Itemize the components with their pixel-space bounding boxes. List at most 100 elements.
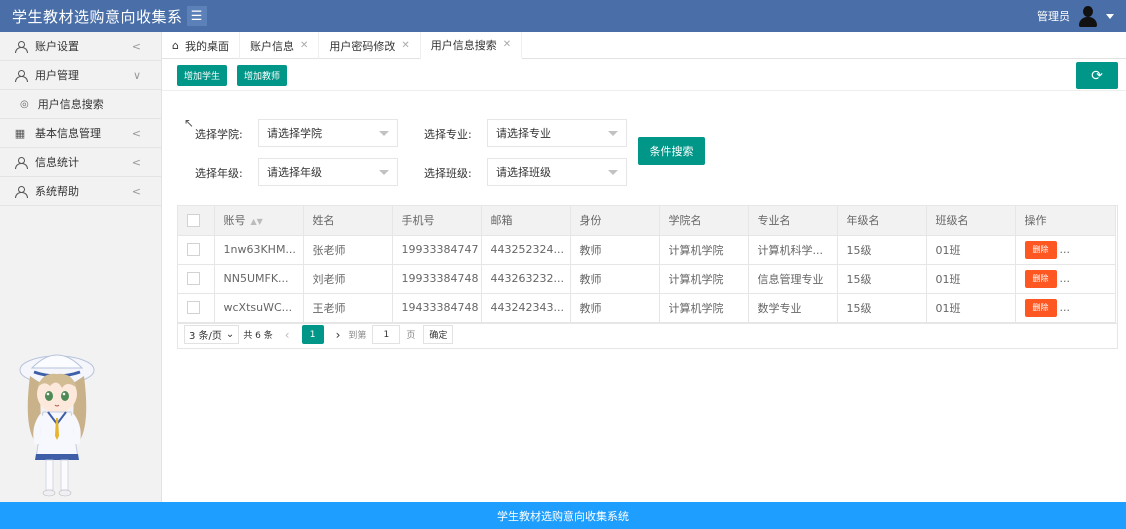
cell-college: 计算机学院: [659, 235, 749, 265]
class-select[interactable]: 请选择班级: [487, 158, 627, 186]
major-label: 选择专业:: [424, 128, 472, 141]
close-icon[interactable]: ✕: [300, 40, 308, 51]
chevron-left-icon: <: [131, 155, 141, 169]
tab-password-change[interactable]: 用户密码修改 ✕: [319, 32, 421, 59]
sort-icon[interactable]: ▲▼: [251, 217, 263, 226]
column-header-account[interactable]: 账号 ▲▼: [214, 206, 304, 236]
cell-phone: 19433384748: [392, 293, 482, 323]
cell-major: 计算机科学...: [748, 235, 838, 265]
user-icon: [14, 185, 28, 198]
college-select[interactable]: 请选择学院: [258, 119, 398, 147]
tab-my-desktop[interactable]: ⌂ 我的桌面: [162, 32, 240, 59]
page-1-button[interactable]: 1: [301, 325, 324, 344]
pagination: 3 条/页 ⌄ 共 6 条 ‹ 1 › 到第 1 页 确定: [177, 321, 1118, 349]
cell-actions: 删除...: [1015, 235, 1116, 265]
cell-class: 01班: [926, 264, 1016, 294]
row-checkbox[interactable]: [187, 301, 200, 315]
circle-icon: ◎: [20, 98, 29, 110]
sidebar-item-label: 信息统计: [35, 156, 79, 169]
search-button[interactable]: 条件搜索: [638, 137, 705, 165]
chevron-down-icon[interactable]: [1106, 13, 1114, 19]
major-select-value: 请选择专业: [496, 127, 551, 140]
goto-confirm-button[interactable]: 确定: [423, 325, 454, 344]
chevron-down-icon: [379, 131, 389, 136]
cell-name: 张老师: [303, 235, 393, 265]
admin-label[interactable]: 管理员: [1037, 8, 1070, 24]
close-icon[interactable]: ✕: [401, 40, 409, 51]
refresh-icon: ⟳: [1091, 67, 1103, 84]
class-label: 选择班级:: [424, 167, 472, 180]
tab-label: 账户信息: [249, 39, 294, 53]
sidebar-item-label: 用户管理: [35, 69, 79, 82]
toolbar: 增加学生 增加教师 ⟳: [162, 59, 1126, 91]
footer: 学生教材选购意向收集系统: [0, 502, 1126, 529]
cell-role: 教师: [570, 235, 660, 265]
cell-major: 信息管理专业: [748, 264, 838, 294]
add-teacher-button[interactable]: 增加教师: [237, 65, 287, 86]
delete-button[interactable]: 删除: [1024, 298, 1057, 317]
cell-role: 教师: [570, 293, 660, 323]
mouse-cursor-icon: ↖: [184, 116, 195, 130]
page-unit-label: 页: [406, 331, 416, 341]
page-size-select[interactable]: 3 条/页 ⌄: [184, 325, 240, 344]
sidebar-item-statistics[interactable]: 信息统计 <: [0, 148, 161, 177]
cell-email: 443242343...: [481, 293, 571, 323]
user-table: 账号 ▲▼ 姓名 手机号 邮箱 身份 学院名 专业名 年级名 班级名 操作 1nw…: [177, 205, 1118, 324]
column-header-email: 邮箱: [481, 206, 571, 236]
cell-role: 教师: [570, 264, 660, 294]
avatar-icon[interactable]: [1077, 5, 1099, 27]
grade-select[interactable]: 请选择年级: [258, 158, 398, 186]
cell-name: 王老师: [303, 293, 393, 323]
column-header-actions: 操作: [1015, 206, 1116, 236]
column-header-name: 姓名: [303, 206, 393, 236]
row-checkbox[interactable]: [187, 272, 200, 286]
cell-grade: 15级: [837, 235, 927, 265]
delete-button[interactable]: 删除: [1024, 269, 1057, 288]
more-actions[interactable]: ...: [1060, 272, 1071, 285]
sidebar-item-basic-info[interactable]: ▦ 基本信息管理 <: [0, 119, 161, 148]
sidebar-item-account-settings[interactable]: 账户设置 <: [0, 32, 161, 61]
tab-label: 用户密码修改: [329, 39, 396, 53]
more-actions[interactable]: ...: [1060, 243, 1071, 256]
select-all-checkbox[interactable]: [187, 214, 200, 227]
more-actions[interactable]: ...: [1060, 301, 1071, 314]
row-select-cell: [178, 235, 215, 265]
sidebar-item-label: 系统帮助: [35, 185, 79, 198]
tab-account-info[interactable]: 账户信息 ✕: [240, 32, 320, 59]
user-icon: [14, 40, 28, 53]
row-select-cell: [178, 264, 215, 294]
chevron-down-icon: ⌄: [225, 329, 235, 340]
table-row: wcXtsuWC... 王老师 19433384748 443242343...…: [178, 293, 1116, 323]
table-icon: ▦: [14, 126, 26, 140]
goto-page-input[interactable]: 1: [372, 325, 401, 344]
user-menu[interactable]: 管理员: [1037, 0, 1114, 32]
column-header-role: 身份: [570, 206, 660, 236]
chevron-down-icon: [379, 170, 389, 175]
chevron-left-icon: <: [131, 39, 141, 53]
major-select[interactable]: 请选择专业: [487, 119, 627, 147]
cell-account: NN5UMFK...: [214, 264, 304, 294]
column-header-college: 学院名: [659, 206, 749, 236]
cell-actions: 删除...: [1015, 293, 1116, 323]
cell-email: 443263232...: [481, 264, 571, 294]
row-select-cell: [178, 293, 215, 323]
tab-user-search[interactable]: 用户信息搜索 ✕: [420, 32, 523, 59]
prev-page-icon[interactable]: ‹: [285, 328, 290, 342]
select-all-cell: [178, 206, 215, 236]
delete-button[interactable]: 删除: [1024, 240, 1057, 259]
user-icon: [14, 69, 28, 82]
close-icon[interactable]: ✕: [503, 39, 511, 50]
table-row: 1nw63KHM... 张老师 19933384747 443252324...…: [178, 235, 1116, 265]
sidebar-item-help[interactable]: 系统帮助 <: [0, 177, 161, 206]
chevron-down-icon: [608, 131, 618, 136]
next-page-icon[interactable]: ›: [336, 328, 341, 342]
sidebar-item-user-management[interactable]: 用户管理 ∨: [0, 61, 161, 90]
add-student-button[interactable]: 增加学生: [177, 65, 227, 86]
sidebar-item-user-search[interactable]: ◎ 用户信息搜索: [0, 90, 161, 119]
column-header-grade: 年级名: [837, 206, 927, 236]
chevron-down-icon: [608, 170, 618, 175]
row-checkbox[interactable]: [187, 243, 200, 257]
menu-icon[interactable]: ☰: [186, 6, 207, 26]
refresh-button[interactable]: ⟳: [1076, 62, 1118, 89]
tab-label: 我的桌面: [184, 39, 229, 53]
